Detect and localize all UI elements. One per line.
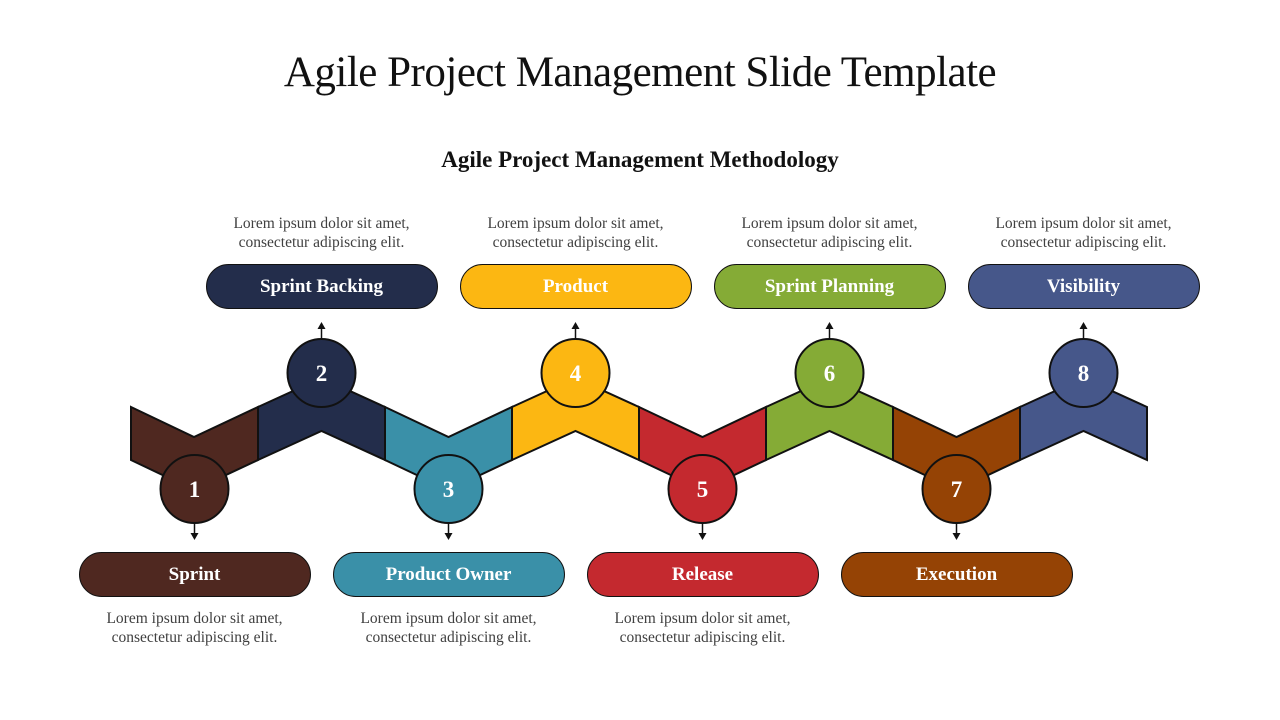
description-line: Lorem ipsum dolor sit amet, xyxy=(487,215,664,232)
description-line: Lorem ipsum dolor sit amet, xyxy=(106,610,283,627)
step-number: 8 xyxy=(1078,361,1090,386)
step-number: 2 xyxy=(316,361,328,386)
arrow-up-icon xyxy=(571,322,580,329)
arrow-up-icon xyxy=(825,322,834,329)
description-line: Lorem ipsum dolor sit amet, xyxy=(614,610,791,627)
step-label: Sprint Planning xyxy=(764,275,895,297)
description-line: consectetur adipiscing elit. xyxy=(619,629,786,646)
step-label: Sprint Backing xyxy=(259,275,383,297)
step-label-pill-3: Product Owner xyxy=(332,552,565,597)
step-label: Sprint xyxy=(168,563,221,585)
arrow-down-icon xyxy=(444,533,453,540)
description-line: consectetur adipiscing elit. xyxy=(746,234,913,251)
step-label-pill-5: Release xyxy=(586,552,819,597)
description-line: Lorem ipsum dolor sit amet, xyxy=(233,215,410,232)
step-description-2: Lorem ipsum dolor sit amet, consectetur a… xyxy=(192,214,452,252)
step-description-5: Lorem ipsum dolor sit amet, consectetur a… xyxy=(573,609,833,647)
step-number: 7 xyxy=(951,477,963,502)
step-label-pill-4: Product xyxy=(459,264,692,309)
step-node-8: 8 xyxy=(1048,322,1119,408)
step-description-8: Lorem ipsum dolor sit amet, consectetur a… xyxy=(954,214,1214,252)
step-description-6: Lorem ipsum dolor sit amet, consectetur a… xyxy=(700,214,960,252)
arrow-up-icon xyxy=(1079,322,1088,329)
step-number: 3 xyxy=(443,477,455,502)
description-line: consectetur adipiscing elit. xyxy=(111,629,278,646)
step-node-4: 4 xyxy=(540,322,611,408)
step-node-2: 2 xyxy=(286,322,357,408)
step-node-7: 7 xyxy=(921,454,992,540)
arrow-down-icon xyxy=(190,533,199,540)
description-line: consectetur adipiscing elit. xyxy=(238,234,405,251)
step-description-3: Lorem ipsum dolor sit amet, consectetur a… xyxy=(319,609,579,647)
step-node-5: 5 xyxy=(667,454,738,540)
arrow-down-icon xyxy=(952,533,961,540)
step-number: 6 xyxy=(824,361,836,386)
description-line: consectetur adipiscing elit. xyxy=(365,629,532,646)
description-line: Lorem ipsum dolor sit amet, xyxy=(741,215,918,232)
step-label-pill-1: Sprint xyxy=(78,552,311,597)
arrow-up-icon xyxy=(317,322,326,329)
description-line: consectetur adipiscing elit. xyxy=(492,234,659,251)
step-description-4: Lorem ipsum dolor sit amet, consectetur a… xyxy=(446,214,706,252)
description-line: Lorem ipsum dolor sit amet, xyxy=(995,215,1172,232)
step-label: Product Owner xyxy=(385,563,512,585)
step-number: 4 xyxy=(570,361,582,386)
step-node-1: 1 xyxy=(159,454,230,540)
step-label-pill-7: Execution xyxy=(840,552,1073,597)
arrow-down-icon xyxy=(698,533,707,540)
step-label-pill-2: Sprint Backing xyxy=(205,264,438,309)
description-line: consectetur adipiscing elit. xyxy=(1000,234,1167,251)
step-label: Release xyxy=(671,563,734,585)
step-description-1: Lorem ipsum dolor sit amet, consectetur a… xyxy=(65,609,325,647)
step-label-pill-6: Sprint Planning xyxy=(713,264,946,309)
step-label: Product xyxy=(542,275,609,297)
step-number: 5 xyxy=(697,477,709,502)
step-number: 1 xyxy=(189,477,201,502)
step-node-6: 6 xyxy=(794,322,865,408)
step-label: Execution xyxy=(915,563,998,585)
step-label: Visibility xyxy=(1046,275,1121,297)
step-node-3: 3 xyxy=(413,454,484,540)
description-line: Lorem ipsum dolor sit amet, xyxy=(360,610,537,627)
step-label-pill-8: Visibility xyxy=(967,264,1200,309)
